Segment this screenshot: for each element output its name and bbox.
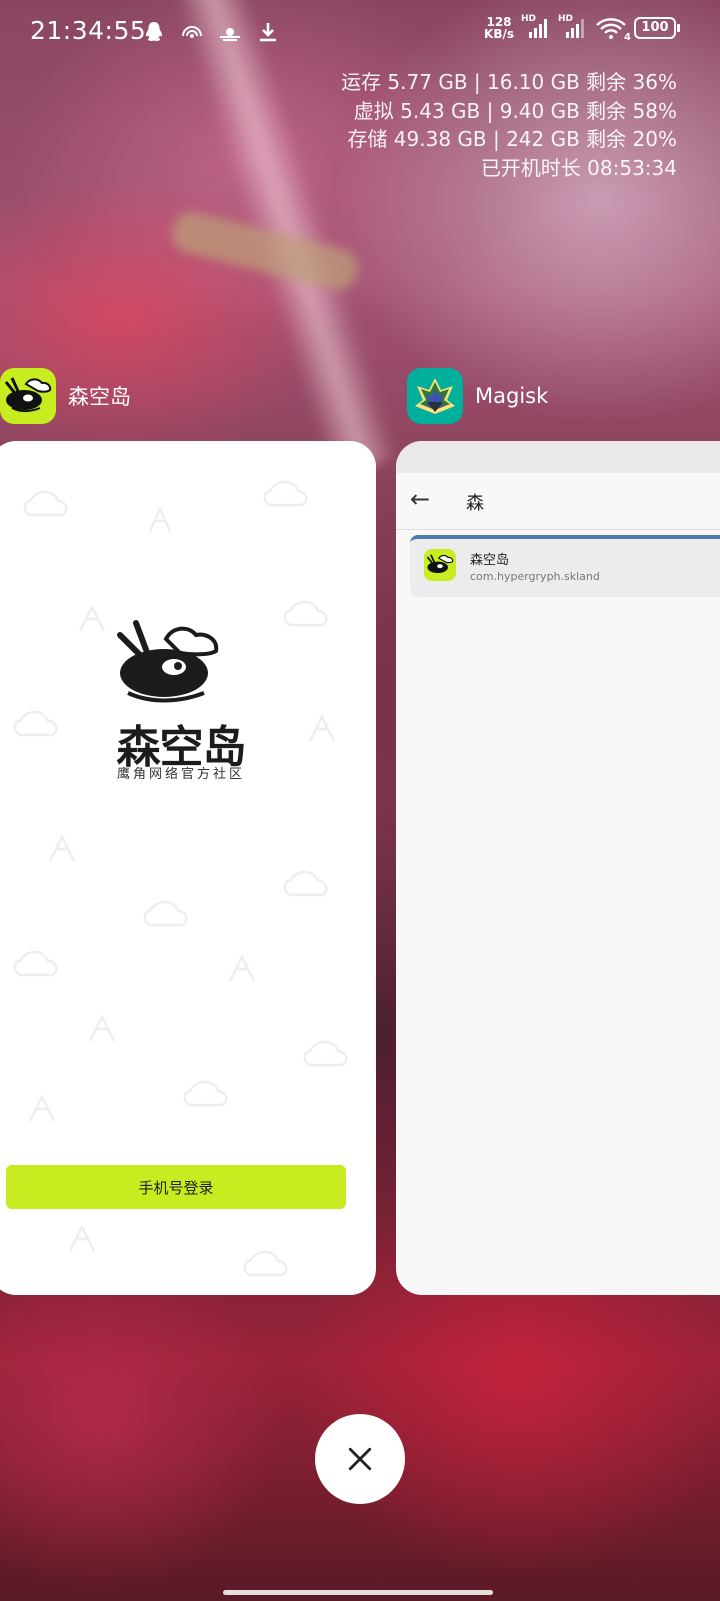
card-title-skland: 森空岛 [68, 385, 131, 409]
status-icons [142, 20, 280, 44]
status-right: 128 KB/s HD HD 4 100 [484, 14, 680, 43]
magisk-app-icon[interactable] [407, 368, 463, 424]
wifi-status: 4 [595, 16, 631, 43]
skland-app-icon [424, 549, 456, 581]
card-title-magisk: Magisk [475, 384, 549, 408]
magisk-status-area [396, 441, 720, 473]
skland-logo-subtitle: 鹰角网络官方社区 [116, 767, 245, 782]
recent-card-skland[interactable]: 森空岛 鹰角网络官方社区 手机号登录 [0, 441, 376, 1295]
result-package-name: com.hypergryph.skland [470, 570, 600, 583]
skland-app-icon[interactable] [0, 368, 56, 424]
status-bar: 21:34:55 128 KB/s HD HD 4 100 [0, 0, 720, 64]
phone-login-button[interactable]: 手机号登录 [6, 1165, 346, 1209]
wifi-badge: 4 [624, 32, 631, 43]
download-icon [260, 23, 276, 42]
wifi-icon [596, 18, 626, 39]
virtual-memory-info: 虚拟 5.43 GB | 9.40 GB 剩余 58% [353, 98, 677, 123]
card-header-skland[interactable]: 森空岛 [0, 368, 131, 424]
magisk-search-toolbar: ← 森 [396, 473, 720, 530]
uptime-info: 已开机时长 08:53:34 [480, 155, 677, 180]
ram-info: 运存 5.77 GB | 16.10 GB 剩余 36% [341, 70, 677, 94]
battery-indicator: 100 [634, 17, 680, 39]
card-header-magisk[interactable]: Magisk [407, 368, 548, 424]
magisk-search-query[interactable]: 森 [466, 489, 484, 515]
sim1-signal: HD [521, 14, 551, 40]
back-arrow-icon[interactable]: ← [410, 485, 430, 513]
storage-info: 存储 49.38 GB | 242 GB 剩余 20% [347, 127, 677, 151]
qq-icon [146, 22, 162, 41]
status-time: 21:34:55 [30, 16, 147, 45]
sim2-hd-label: HD [558, 14, 574, 24]
sim2-signal: HD [558, 14, 588, 40]
memory-info: 运存 5.77 GB | 16.10 GB 剩余 36% 虚拟 5.43 GB … [341, 68, 677, 182]
network-speed: 128 KB/s [484, 16, 514, 40]
network-speed-unit: KB/s [484, 27, 514, 41]
skland-logo [117, 620, 219, 703]
hotspot-icon [182, 26, 202, 38]
magisk-logo-icon [415, 378, 455, 414]
recent-card-magisk[interactable]: ← 森 森空岛 com.hypergryph.skland [396, 441, 720, 1295]
result-app-name: 森空岛 [470, 553, 510, 568]
skland-logo-icon [426, 554, 454, 573]
search-result-row[interactable]: 森空岛 com.hypergryph.skland [410, 535, 720, 597]
clear-all-button[interactable] [315, 1414, 405, 1504]
close-icon [348, 1447, 372, 1471]
sim1-hd-label: HD [521, 14, 537, 24]
skland-logo-icon [4, 377, 52, 412]
weather-icon [220, 28, 240, 41]
home-indicator[interactable] [223, 1590, 493, 1595]
